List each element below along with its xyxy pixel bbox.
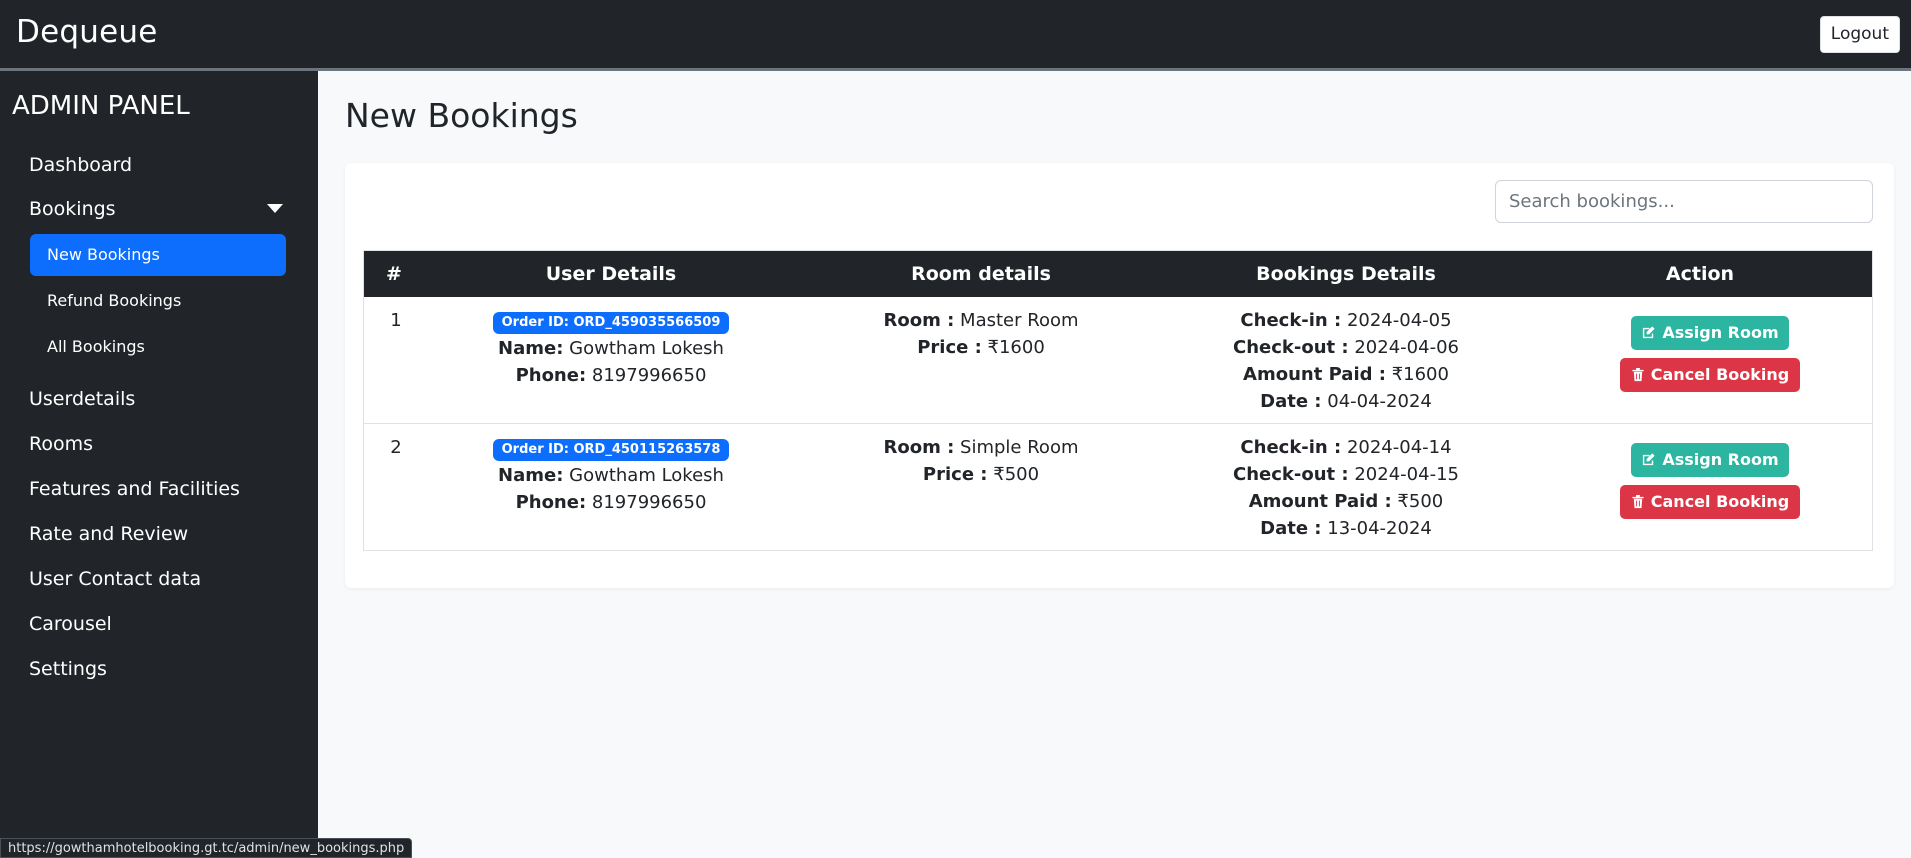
sidebar-subitem-new-bookings[interactable]: New Bookings	[30, 234, 286, 276]
column-header-bookings-details: Bookings Details	[1256, 263, 1436, 285]
booking-date: 04-04-2024	[1327, 391, 1432, 412]
logout-button[interactable]: Logout	[1819, 16, 1900, 53]
room-label: Room :	[883, 437, 955, 458]
top-navbar: Dequeue Logout	[0, 0, 1911, 71]
sidebar-subitem-all-bookings[interactable]: All Bookings	[30, 326, 286, 368]
cancel-booking-label: Cancel Booking	[1650, 492, 1790, 511]
sidebar-item-user-contact[interactable]: User Contact data	[29, 564, 201, 594]
trash-icon	[1632, 367, 1644, 381]
assign-room-button[interactable]: Assign Room	[1631, 316, 1789, 350]
room-name: Simple Room	[960, 437, 1079, 458]
room-details-cell: Room : Master Room Price : ₹1600	[798, 307, 1164, 361]
room-price: ₹500	[993, 464, 1040, 485]
room-label: Room :	[883, 310, 955, 331]
row-number: 2	[390, 437, 402, 458]
column-header-number: #	[386, 263, 402, 285]
cancel-booking-label: Cancel Booking	[1650, 365, 1790, 384]
table-row: 2 Order ID: ORD_450115263578 Name: Gowth…	[364, 424, 1872, 551]
search-input[interactable]	[1495, 180, 1873, 223]
column-header-room-details: Room details	[911, 263, 1051, 285]
cancel-booking-button[interactable]: Cancel Booking	[1620, 485, 1800, 519]
table-header: # User Details Room details Bookings Det…	[364, 251, 1872, 297]
column-header-user-details: User Details	[545, 263, 677, 285]
checkout-label: Check-out :	[1233, 337, 1349, 358]
sidebar-item-features[interactable]: Features and Facilities	[29, 474, 240, 504]
phone-label: Phone:	[515, 492, 587, 513]
admin-panel-title: ADMIN PANEL	[12, 91, 190, 121]
brand-logo[interactable]: Dequeue	[16, 14, 157, 50]
page-title: New Bookings	[345, 96, 578, 135]
name-label: Name:	[498, 465, 564, 486]
row-number: 1	[390, 310, 402, 331]
room-name: Master Room	[960, 310, 1079, 331]
status-bar-url: https://gowthamhotelbooking.gt.tc/admin/…	[0, 838, 413, 858]
cancel-booking-button[interactable]: Cancel Booking	[1620, 358, 1800, 392]
sidebar-item-userdetails[interactable]: Userdetails	[29, 384, 135, 414]
checkin-label: Check-in :	[1240, 310, 1342, 331]
user-name: Gowtham Lokesh	[569, 338, 724, 359]
checkout-date: 2024-04-06	[1354, 337, 1459, 358]
date-label: Date :	[1260, 391, 1322, 412]
checkin-date: 2024-04-05	[1346, 310, 1452, 331]
user-details-cell: Order ID: ORD_459035566509 Name: Gowtham…	[424, 307, 798, 389]
booking-details-cell: Check-in : 2024-04-05 Check-out : 2024-0…	[1164, 307, 1528, 415]
table-row: 1 Order ID: ORD_459035566509 Name: Gowth…	[364, 297, 1872, 424]
assign-room-button[interactable]: Assign Room	[1631, 443, 1789, 477]
amount-label: Amount Paid :	[1243, 364, 1386, 385]
phone-label: Phone:	[515, 365, 587, 386]
user-phone: 8197996650	[591, 365, 707, 386]
bookings-table: # User Details Room details Bookings Det…	[363, 250, 1873, 551]
order-id-badge: Order ID: ORD_450115263578	[492, 439, 730, 461]
user-phone: 8197996650	[591, 492, 707, 513]
trash-icon	[1632, 494, 1644, 508]
booking-date: 13-04-2024	[1327, 518, 1432, 539]
sidebar-item-rooms[interactable]: Rooms	[29, 429, 93, 459]
column-header-action: Action	[1665, 263, 1735, 285]
price-label: Price :	[922, 464, 988, 485]
assign-room-label: Assign Room	[1662, 323, 1779, 342]
amount-paid: ₹500	[1397, 491, 1444, 512]
checkout-label: Check-out :	[1233, 464, 1349, 485]
price-label: Price :	[917, 337, 982, 358]
checkout-date: 2024-04-15	[1354, 464, 1459, 485]
sidebar-item-settings[interactable]: Settings	[29, 654, 107, 684]
booking-details-cell: Check-in : 2024-04-14 Check-out : 2024-0…	[1164, 434, 1528, 542]
assign-room-label: Assign Room	[1662, 450, 1779, 469]
checkin-date: 2024-04-14	[1346, 437, 1452, 458]
user-details-cell: Order ID: ORD_450115263578 Name: Gowtham…	[424, 434, 798, 516]
name-label: Name:	[498, 338, 564, 359]
sidebar: ADMIN PANEL Dashboard Bookings New Booki…	[0, 71, 318, 858]
sidebar-item-dashboard[interactable]: Dashboard	[29, 150, 132, 180]
sidebar-item-bookings[interactable]: Bookings	[29, 194, 116, 224]
edit-icon	[1643, 452, 1655, 465]
order-id-badge: Order ID: ORD_459035566509	[492, 312, 730, 334]
sidebar-subitem-refund-bookings[interactable]: Refund Bookings	[30, 280, 286, 322]
edit-icon	[1643, 325, 1655, 338]
sidebar-item-rate-review[interactable]: Rate and Review	[29, 519, 188, 549]
amount-paid: ₹1600	[1391, 364, 1449, 385]
user-name: Gowtham Lokesh	[569, 465, 724, 486]
checkin-label: Check-in :	[1240, 437, 1342, 458]
amount-label: Amount Paid :	[1248, 491, 1392, 512]
caret-down-icon[interactable]	[267, 204, 283, 213]
room-details-cell: Room : Simple Room Price : ₹500	[798, 434, 1164, 488]
date-label: Date :	[1260, 518, 1322, 539]
room-price: ₹1600	[987, 337, 1045, 358]
sidebar-item-carousel[interactable]: Carousel	[29, 609, 112, 639]
